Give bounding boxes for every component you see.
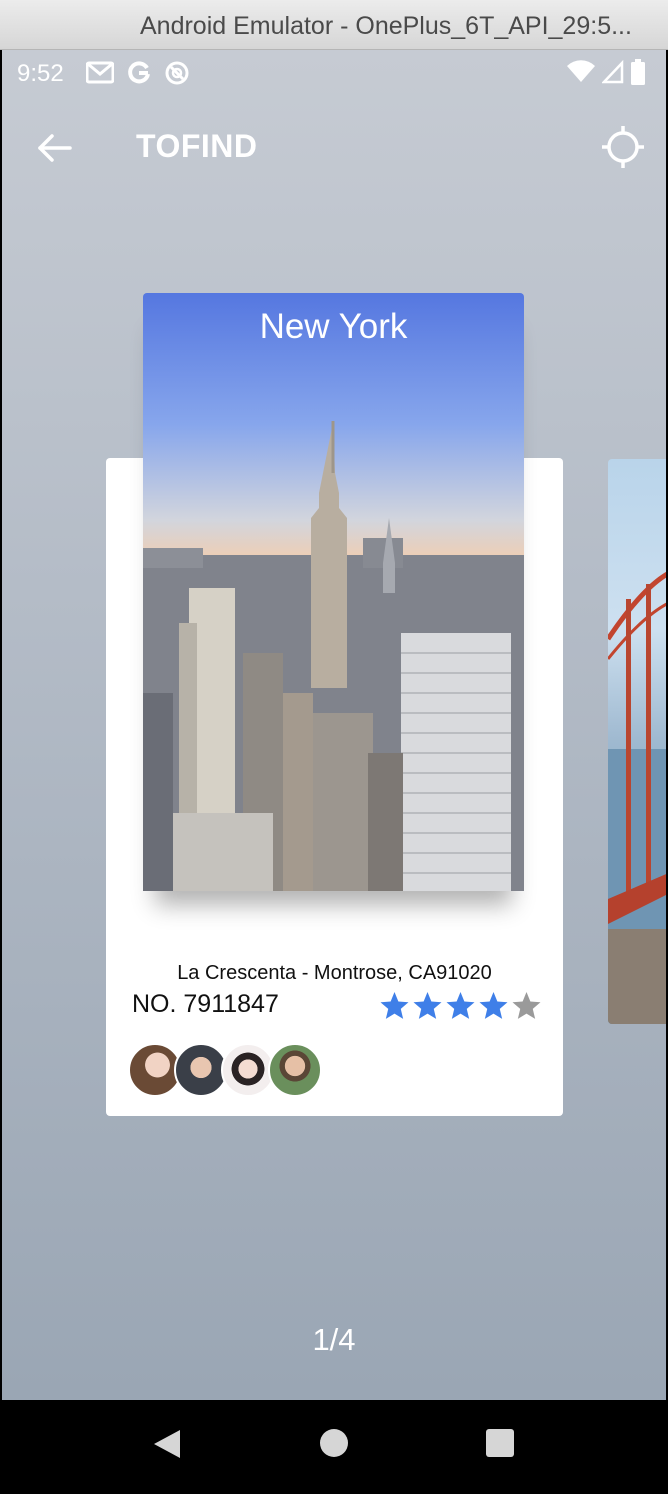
status-notification-icons [86, 60, 190, 86]
wifi-icon [567, 60, 595, 82]
status-bar: 9:52 [2, 50, 666, 98]
avatar[interactable] [174, 1043, 228, 1097]
google-icon [128, 61, 150, 84]
window-title: Android Emulator - OnePlus_6T_API_29:5..… [140, 12, 632, 40]
city-photo[interactable]: New York [143, 293, 524, 891]
location-text: La Crescenta - Montrose, CA91020 [177, 962, 492, 984]
back-button[interactable] [32, 126, 76, 170]
my-location-icon [602, 126, 644, 168]
window-titlebar: Android Emulator - OnePlus_6T_API_29:5..… [0, 0, 668, 50]
star-filled-icon [413, 992, 442, 1019]
arrow-back-icon [38, 134, 72, 162]
next-card-peek[interactable] [608, 459, 666, 1024]
star-empty-icon [512, 992, 541, 1019]
card-number: NO. 7911847 [132, 990, 279, 1018]
rating-stars [378, 990, 543, 1022]
cell-signal-icon [602, 60, 624, 84]
status-system-icons [566, 58, 646, 86]
avatar[interactable] [268, 1043, 322, 1097]
avatar[interactable] [221, 1043, 275, 1097]
status-time: 9:52 [17, 60, 64, 87]
data-saver-icon [165, 61, 189, 85]
home-circle-icon[interactable] [320, 1429, 348, 1457]
page-indicator: 1/4 [312, 1322, 356, 1357]
city-title: New York [259, 307, 408, 346]
gmail-icon [86, 61, 114, 84]
star-filled-icon [380, 992, 409, 1019]
battery-icon [631, 59, 645, 85]
android-nav-bar [2, 1400, 666, 1490]
my-location-button[interactable] [600, 124, 646, 170]
city-skyline-image [143, 421, 524, 891]
app-title: TOFIND [136, 128, 258, 164]
star-filled-icon [446, 992, 475, 1019]
back-triangle-icon[interactable] [152, 1428, 182, 1460]
star-filled-icon [479, 992, 508, 1019]
bridge-image [608, 571, 666, 1024]
app-bar: TOFIND [2, 110, 666, 185]
phone-screen: 9:52 TOFIND La Crescenta - Montrose, CA9… [2, 50, 666, 1400]
recents-square-icon[interactable] [486, 1429, 514, 1457]
